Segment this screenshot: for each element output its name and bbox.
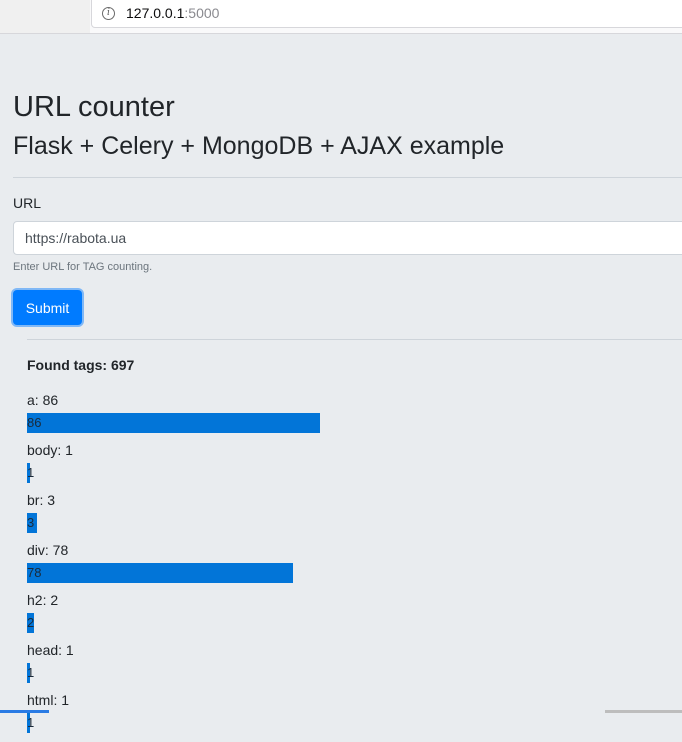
tag-progress-value: 3 — [27, 515, 35, 530]
tag-progress: 1 — [27, 463, 677, 483]
tag-label: html: 1 — [27, 692, 70, 708]
browser-tab-area — [0, 0, 90, 33]
address-host: 127.0.0.1 — [126, 5, 185, 21]
tag-label: head: 1 — [27, 642, 74, 658]
results-divider — [27, 339, 682, 340]
tag-item: html: 1 1 — [27, 692, 677, 742]
tag-item: head: 1 1 — [27, 642, 677, 692]
found-tags-count: Found tags: 697 — [27, 357, 135, 373]
tag-progress-value: 1 — [27, 665, 35, 680]
submit-button[interactable]: Submit — [13, 290, 82, 325]
tag-progress: 86 — [27, 413, 677, 433]
tag-progress: 1 — [27, 663, 677, 683]
tag-label: body: 1 — [27, 442, 73, 458]
tag-progress-bar — [27, 563, 293, 583]
address-text: 127.0.0.1:5000 — [126, 0, 219, 27]
tag-item: br: 3 3 — [27, 492, 677, 542]
tag-progress-bar — [27, 413, 320, 433]
tag-item: body: 1 1 — [27, 442, 677, 492]
tag-progress-value: 1 — [27, 465, 35, 480]
tag-progress: 2 — [27, 613, 677, 633]
tag-progress-value: 86 — [27, 415, 42, 430]
address-bar[interactable]: i 127.0.0.1:5000 — [91, 0, 682, 28]
tag-label: br: 3 — [27, 492, 56, 508]
page-title: URL counter — [13, 91, 175, 123]
info-icon[interactable]: i — [102, 7, 115, 20]
tag-label: a: 86 — [27, 392, 59, 408]
page-subtitle: Flask + Celery + MongoDB + AJAX example — [13, 132, 505, 160]
tag-label: h2: 2 — [27, 592, 59, 608]
tag-progress-value: 78 — [27, 565, 42, 580]
tag-progress-value: 2 — [27, 615, 35, 630]
divider — [13, 177, 682, 178]
tag-label: div: 78 — [27, 542, 69, 558]
tag-item: div: 78 78 — [27, 542, 677, 592]
tag-progress: 3 — [27, 513, 677, 533]
tag-list: a: 86 86 body: 1 1 br: 3 3 div: 78 78 h2: 2 2 head… — [27, 392, 677, 742]
browser-toolbar: i 127.0.0.1:5000 — [0, 0, 682, 34]
url-input[interactable] — [13, 221, 682, 255]
tag-progress: 1 — [27, 713, 677, 733]
tag-progress: 78 — [27, 563, 677, 583]
tag-item: a: 86 86 — [27, 392, 677, 442]
address-port: :5000 — [184, 5, 220, 21]
tag-item: h2: 2 2 — [27, 592, 677, 642]
tag-progress-value: 1 — [27, 715, 35, 730]
url-help-text: Enter URL for TAG counting. — [13, 261, 153, 273]
url-label: URL — [13, 195, 42, 211]
